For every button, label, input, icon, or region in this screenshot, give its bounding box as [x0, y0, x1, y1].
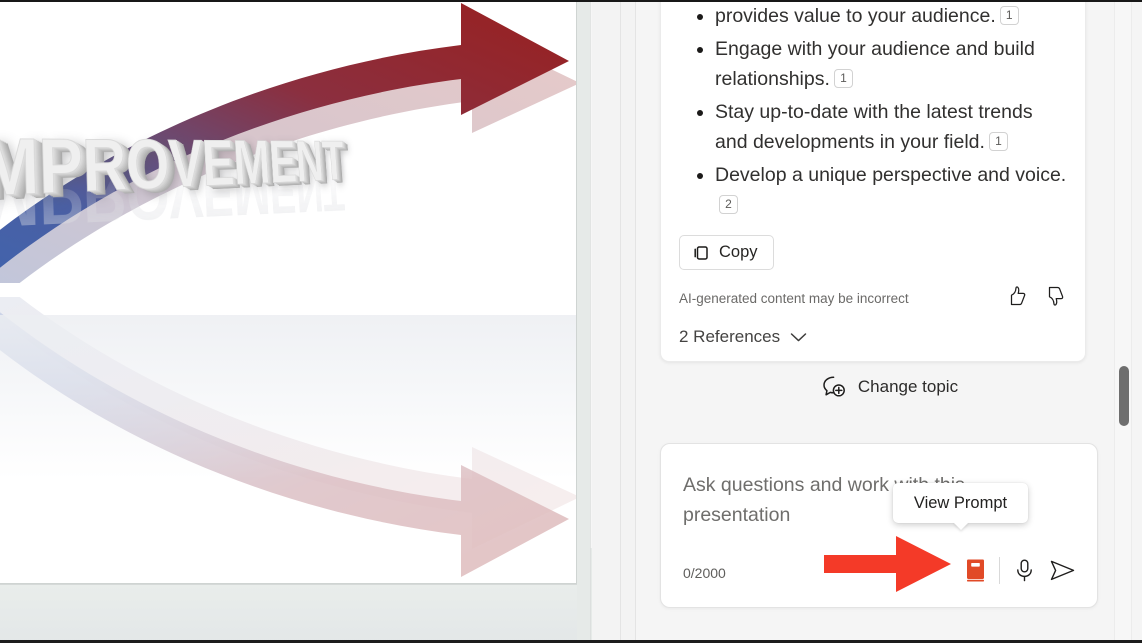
chat-composer: Ask questions and work with this present…	[660, 443, 1098, 608]
bullet-text: Develop a unique perspective and voice.	[715, 164, 1067, 186]
tooltip-label: View Prompt	[913, 493, 1008, 512]
feedback-buttons	[1005, 285, 1067, 312]
copilot-chat-pane: provides value to your audience. 1 Engage…	[636, 0, 1142, 643]
citation-badge[interactable]: 1	[988, 132, 1008, 151]
copy-button-label: Copy	[719, 243, 758, 261]
composer-actions	[956, 551, 1081, 589]
citation-badge[interactable]: 1	[833, 69, 853, 88]
change-topic-label: Change topic	[857, 377, 959, 396]
answer-bullet-list: provides value to your audience. 1 Engage…	[679, 1, 1067, 220]
list-item: provides value to your audience. 1	[679, 1, 1067, 31]
list-item: Stay up-to-date with the latest trends a…	[679, 97, 1067, 157]
copy-icon	[694, 245, 708, 260]
copilot-answer-card: provides value to your audience. 1 Engage…	[660, 0, 1086, 362]
pane-divider[interactable]	[620, 0, 636, 643]
slide-canvas[interactable]: IMPROVEMENT IMPROVEMENT	[0, 0, 577, 584]
slide-vertical-scrollbar[interactable]	[590, 0, 592, 587]
thumbs-down-button[interactable]	[1043, 285, 1065, 312]
references-toggle[interactable]: 2 References	[679, 327, 1067, 347]
copy-button[interactable]: Copy	[679, 235, 774, 270]
view-prompt-tooltip: View Prompt	[893, 483, 1028, 523]
list-item: Develop a unique perspective and voice. 2	[679, 160, 1067, 220]
improvement-wordmark: IMPROVEMENT IMPROVEMENT	[0, 121, 517, 445]
bullet-text: provides value to your audience.	[715, 5, 996, 27]
book-icon	[966, 559, 984, 581]
microphone-icon	[1016, 559, 1032, 581]
chat-scrollbar-thumb[interactable]	[1119, 366, 1129, 426]
change-topic-button[interactable]: Change topic	[636, 374, 1142, 400]
character-counter: 0/2000	[683, 565, 726, 581]
slide-navigation-buttons	[590, 548, 592, 643]
list-item: Engage with your audience and build rela…	[679, 34, 1067, 94]
send-button[interactable]	[1043, 551, 1081, 589]
ai-disclaimer: AI-generated content may be incorrect	[679, 290, 909, 306]
chat-vertical-scrollbar[interactable]	[1114, 0, 1132, 643]
view-prompt-button[interactable]	[956, 551, 994, 589]
dictate-button[interactable]	[1005, 551, 1043, 589]
slide-notes-strip	[0, 584, 577, 643]
citation-badge[interactable]: 1	[999, 6, 1019, 25]
action-divider	[999, 556, 1000, 584]
app-window: IMPROVEMENT IMPROVEMENT provides value t…	[0, 0, 1142, 643]
chevron-down-icon	[790, 332, 807, 341]
thumbs-up-icon	[1010, 285, 1026, 305]
thumbs-down-icon	[1048, 286, 1064, 306]
window-right-edge	[1132, 0, 1142, 643]
bullet-text: Stay up-to-date with the latest trends a…	[715, 101, 1033, 153]
window-top-border	[0, 0, 1142, 2]
disclaimer-row: AI-generated content may be incorrect	[679, 285, 1067, 312]
change-topic-icon	[823, 376, 845, 397]
references-label: 2 References	[679, 327, 781, 346]
citation-badge[interactable]: 2	[719, 195, 738, 214]
slide-editing-pane: IMPROVEMENT IMPROVEMENT	[0, 0, 592, 643]
thumbs-up-button[interactable]	[1005, 285, 1027, 312]
bullet-text: Engage with your audience and build rela…	[715, 38, 1035, 90]
send-icon	[1050, 560, 1074, 580]
slide-content: IMPROVEMENT IMPROVEMENT	[0, 0, 576, 583]
